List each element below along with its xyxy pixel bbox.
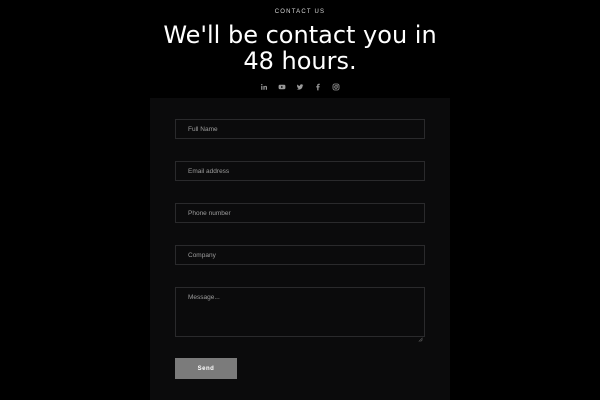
social-links [260, 83, 340, 91]
facebook-icon[interactable] [314, 83, 322, 91]
youtube-icon[interactable] [278, 83, 286, 91]
contact-form: Send [150, 98, 450, 400]
company-input[interactable] [175, 245, 425, 265]
page-title-line-1: We'll be contact you in [163, 21, 437, 49]
page-title-line-2: 48 hours. [243, 47, 357, 75]
twitter-icon[interactable] [296, 83, 304, 91]
resize-grip-icon[interactable] [418, 329, 423, 342]
phone-input[interactable] [175, 203, 425, 223]
send-button[interactable]: Send [175, 358, 237, 379]
section-eyebrow: CONTACT US [274, 9, 326, 15]
linkedin-icon[interactable] [260, 83, 268, 91]
page-title: We'll be contact you in 48 hours. [0, 22, 600, 74]
full-name-input[interactable] [175, 119, 425, 139]
message-textarea[interactable] [175, 287, 425, 337]
contact-page: CONTACT US We'll be contact you in 48 ho… [0, 0, 600, 400]
email-input[interactable] [175, 161, 425, 181]
instagram-icon[interactable] [332, 83, 340, 91]
